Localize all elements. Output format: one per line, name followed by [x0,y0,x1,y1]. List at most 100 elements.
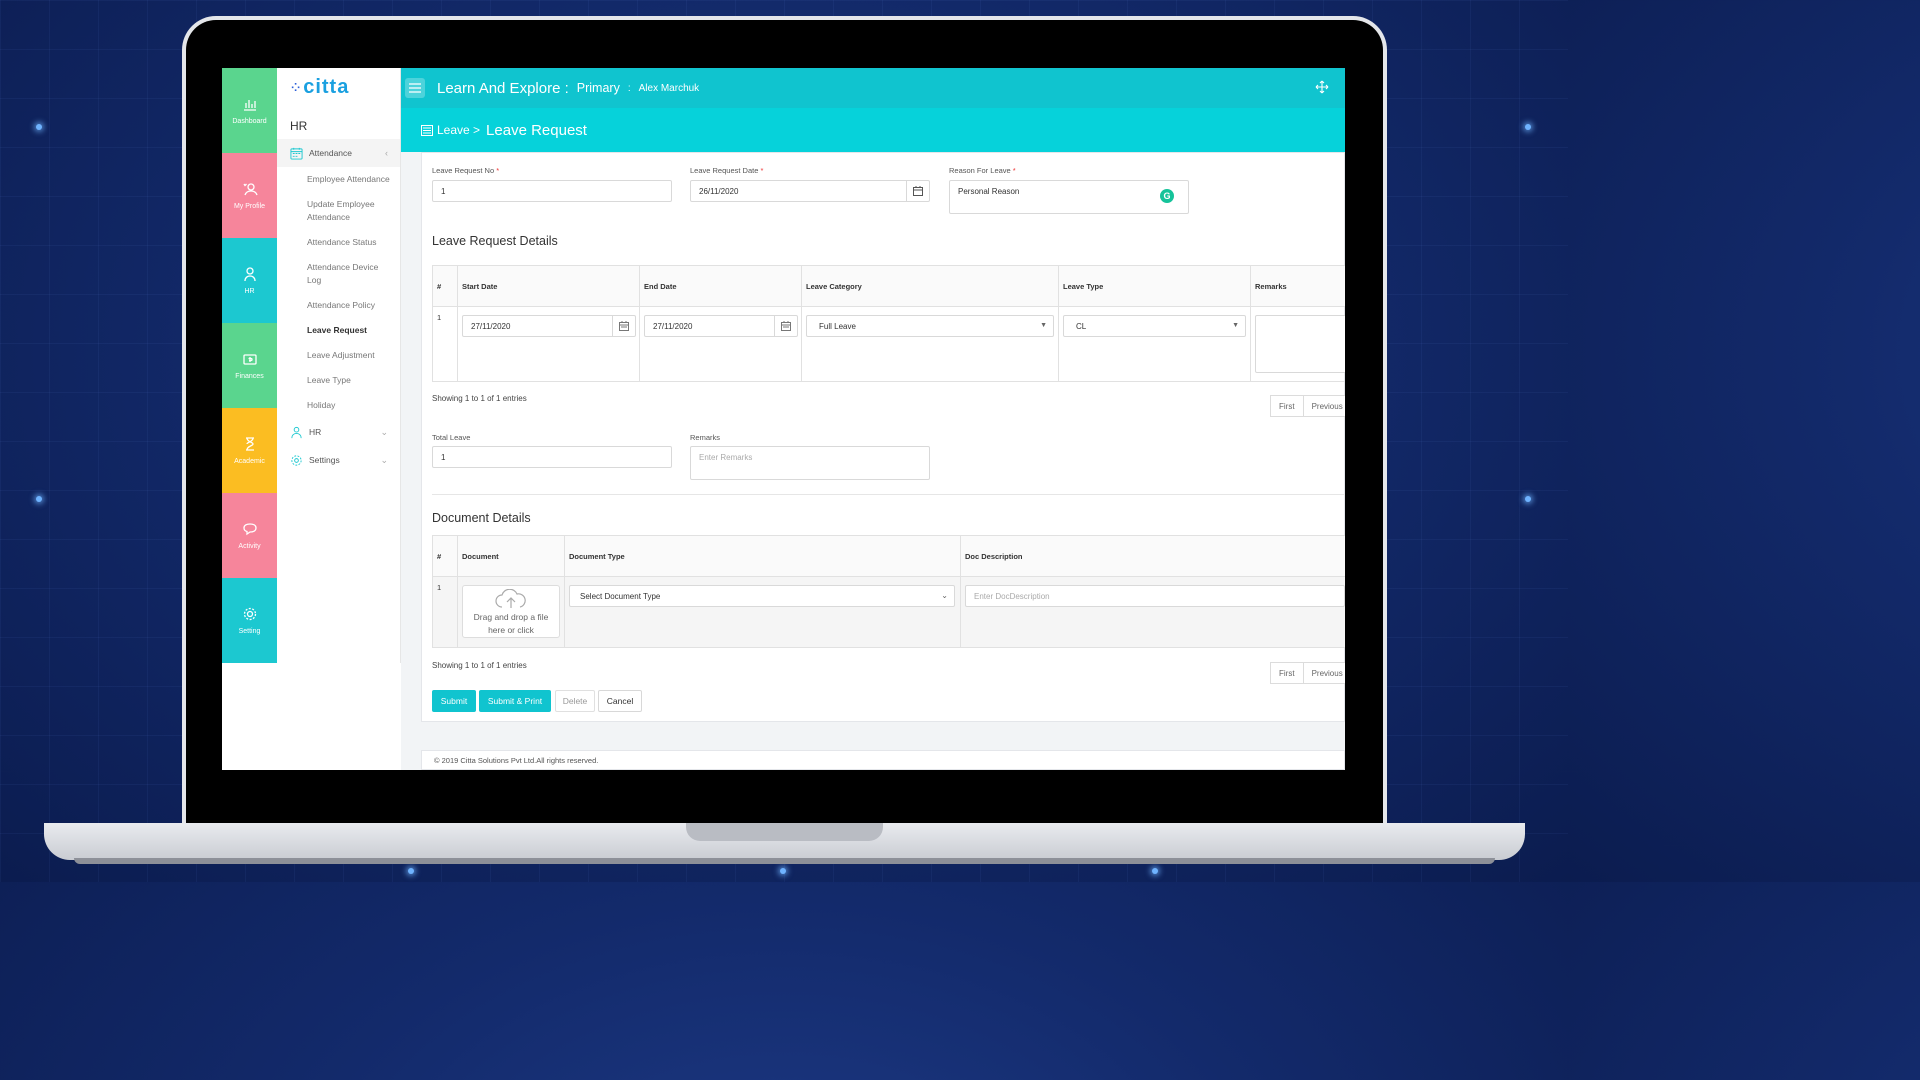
rail-label: My Profile [233,203,266,210]
request-no-input[interactable]: 1 [432,180,672,202]
breadcrumb-parent[interactable]: Leave > [437,123,480,137]
sidebar-item-attendance-policy[interactable]: Attendance Policy [277,293,400,318]
sidebar-title: HR [290,119,308,133]
sidebar-group-label: Attendance [309,148,353,158]
rail-label: Finances [235,373,264,380]
calendar-button[interactable] [906,181,929,201]
user-star-icon [242,183,258,196]
rail-dashboard[interactable]: Dashboard [222,68,277,153]
page-title: Leave Request [486,121,587,139]
row-index: 1 [437,313,442,322]
total-leave-input[interactable]: 1 [432,446,672,468]
caret-down-icon: ▼ [1232,322,1239,329]
user-name[interactable]: Alex Marchuk [639,83,700,94]
rail-my-profile[interactable]: My Profile [222,153,277,238]
top-bar: Learn And Explore : Primary : Alex March… [401,68,1345,108]
sidebar-item-leave-type[interactable]: Leave Type [277,368,400,393]
hr-person-icon [291,426,302,438]
file-dropzone[interactable]: Drag and drop a file here or click [462,585,560,638]
row-remarks-textarea[interactable] [1255,315,1345,373]
rail-label: Academic [234,458,265,465]
submit-print-button[interactable]: Submit & Print [479,690,551,712]
document-details-showing: Showing 1 to 1 of 1 entries [432,661,527,670]
leave-type-select[interactable]: CL ▼ [1063,315,1246,337]
column-header: Remarks [1250,265,1345,307]
table-row: 1 27/11/2020 27/11/2020 Full Leave ▼ CL … [432,306,1345,382]
hamburger-icon [409,83,421,93]
main-content: Leave Request No * 1 Leave Request Date … [401,152,1345,770]
sidebar-group-attendance[interactable]: Attendance ‹ [277,139,400,167]
delete-button[interactable]: Delete [555,690,595,712]
rail-hr[interactable]: HR [222,238,277,323]
table-row: 1 Drag and drop a file here or click Sel… [432,576,1345,648]
document-type-cell: Select Document Type ⌄ [564,576,961,648]
sidebar-item-leave-adjustment[interactable]: Leave Adjustment [277,343,400,368]
leave-type-cell: CL ▼ [1058,306,1251,382]
rail-finances[interactable]: Finances [222,323,277,408]
calendar-icon [619,321,629,331]
remarks-cell [1250,306,1345,382]
row-index: 1 [437,583,442,592]
sidebar-item-leave-request[interactable]: Leave Request [277,318,400,343]
app-title: Learn And Explore : [437,79,569,97]
cloud-upload-icon [495,588,526,608]
pager-first-button[interactable]: First [1271,396,1304,416]
glow-dot [1525,496,1531,502]
gear-icon [291,454,302,466]
sidebar-group-settings[interactable]: Settings ⌄ [277,446,400,474]
doc-description-cell: Enter DocDescription [960,576,1345,648]
sidebar-item-employee-attendance[interactable]: Employee Attendance [277,167,400,192]
calendar-button[interactable] [612,316,635,336]
document-details-title: Document Details [432,511,531,525]
glow-dot [408,868,414,874]
reason-textarea[interactable]: Personal Reason G [949,180,1189,214]
footer: © 2019 Citta Solutions Pvt Ltd.All right… [421,750,1345,770]
caret-down-icon: ▼ [1040,322,1047,329]
citta-logo: ⁘ citta [291,75,350,98]
grammarly-icon[interactable]: G [1160,189,1174,203]
chat-bubble-icon [242,523,257,536]
divider [432,494,1345,495]
end-date-cell: 27/11/2020 [639,306,802,382]
start-date-input[interactable]: 27/11/2020 [462,315,636,337]
glow-dot [36,124,42,130]
pager-previous-button[interactable]: Previous [1304,396,1345,416]
branch-selector[interactable]: Primary [577,81,620,95]
fullscreen-move-icon[interactable] [1315,80,1329,94]
rail-label: Activity [238,543,261,550]
pager-previous-button[interactable]: Previous [1304,663,1345,683]
hamburger-menu-button[interactable] [405,78,425,98]
sidebar-item-update-employee-attendance[interactable]: Update Employee Attendance [277,192,400,230]
request-date-input[interactable]: 26/11/2020 [690,180,930,202]
rail-academic[interactable]: Academic [222,408,277,493]
submit-button[interactable]: Submit [432,690,476,712]
calendar-button[interactable] [774,316,797,336]
column-header: Leave Type [1058,265,1251,307]
calendar-icon [781,321,791,331]
sidebar-group-hr[interactable]: HR ⌄ [277,418,400,446]
cancel-button[interactable]: Cancel [598,690,642,712]
sidebar-item-attendance-device-log[interactable]: Attendance Device Log [277,255,400,293]
pager-first-button[interactable]: First [1271,663,1304,683]
document-type-select[interactable]: Select Document Type ⌄ [569,585,955,607]
doc-description-input[interactable]: Enter DocDescription [965,585,1345,607]
start-date-cell: 27/11/2020 [457,306,640,382]
end-date-input[interactable]: 27/11/2020 [644,315,798,337]
sidebar-item-attendance-status[interactable]: Attendance Status [277,230,400,255]
laptop-foot [74,858,1495,864]
total-leave-label: Total Leave [432,433,471,442]
leave-details-showing: Showing 1 to 1 of 1 entries [432,394,527,403]
document-cell: Drag and drop a file here or click [457,576,565,648]
remarks-textarea[interactable]: Enter Remarks [690,446,930,480]
column-header: # [432,265,458,307]
leave-category-select[interactable]: Full Leave ▼ [806,315,1054,337]
app-screen: Dashboard My Profile HR Finances Academi… [222,68,1345,770]
rail-activity[interactable]: Activity [222,493,277,578]
column-header: Doc Description [960,535,1345,577]
sidebar-item-holiday[interactable]: Holiday [277,393,400,418]
chevron-down-icon: ⌄ [380,426,388,437]
document-details-pager: First Previous [1270,662,1345,684]
column-header: Leave Category [801,265,1059,307]
rail-setting[interactable]: Setting [222,578,277,663]
rail-label: Setting [238,628,261,635]
